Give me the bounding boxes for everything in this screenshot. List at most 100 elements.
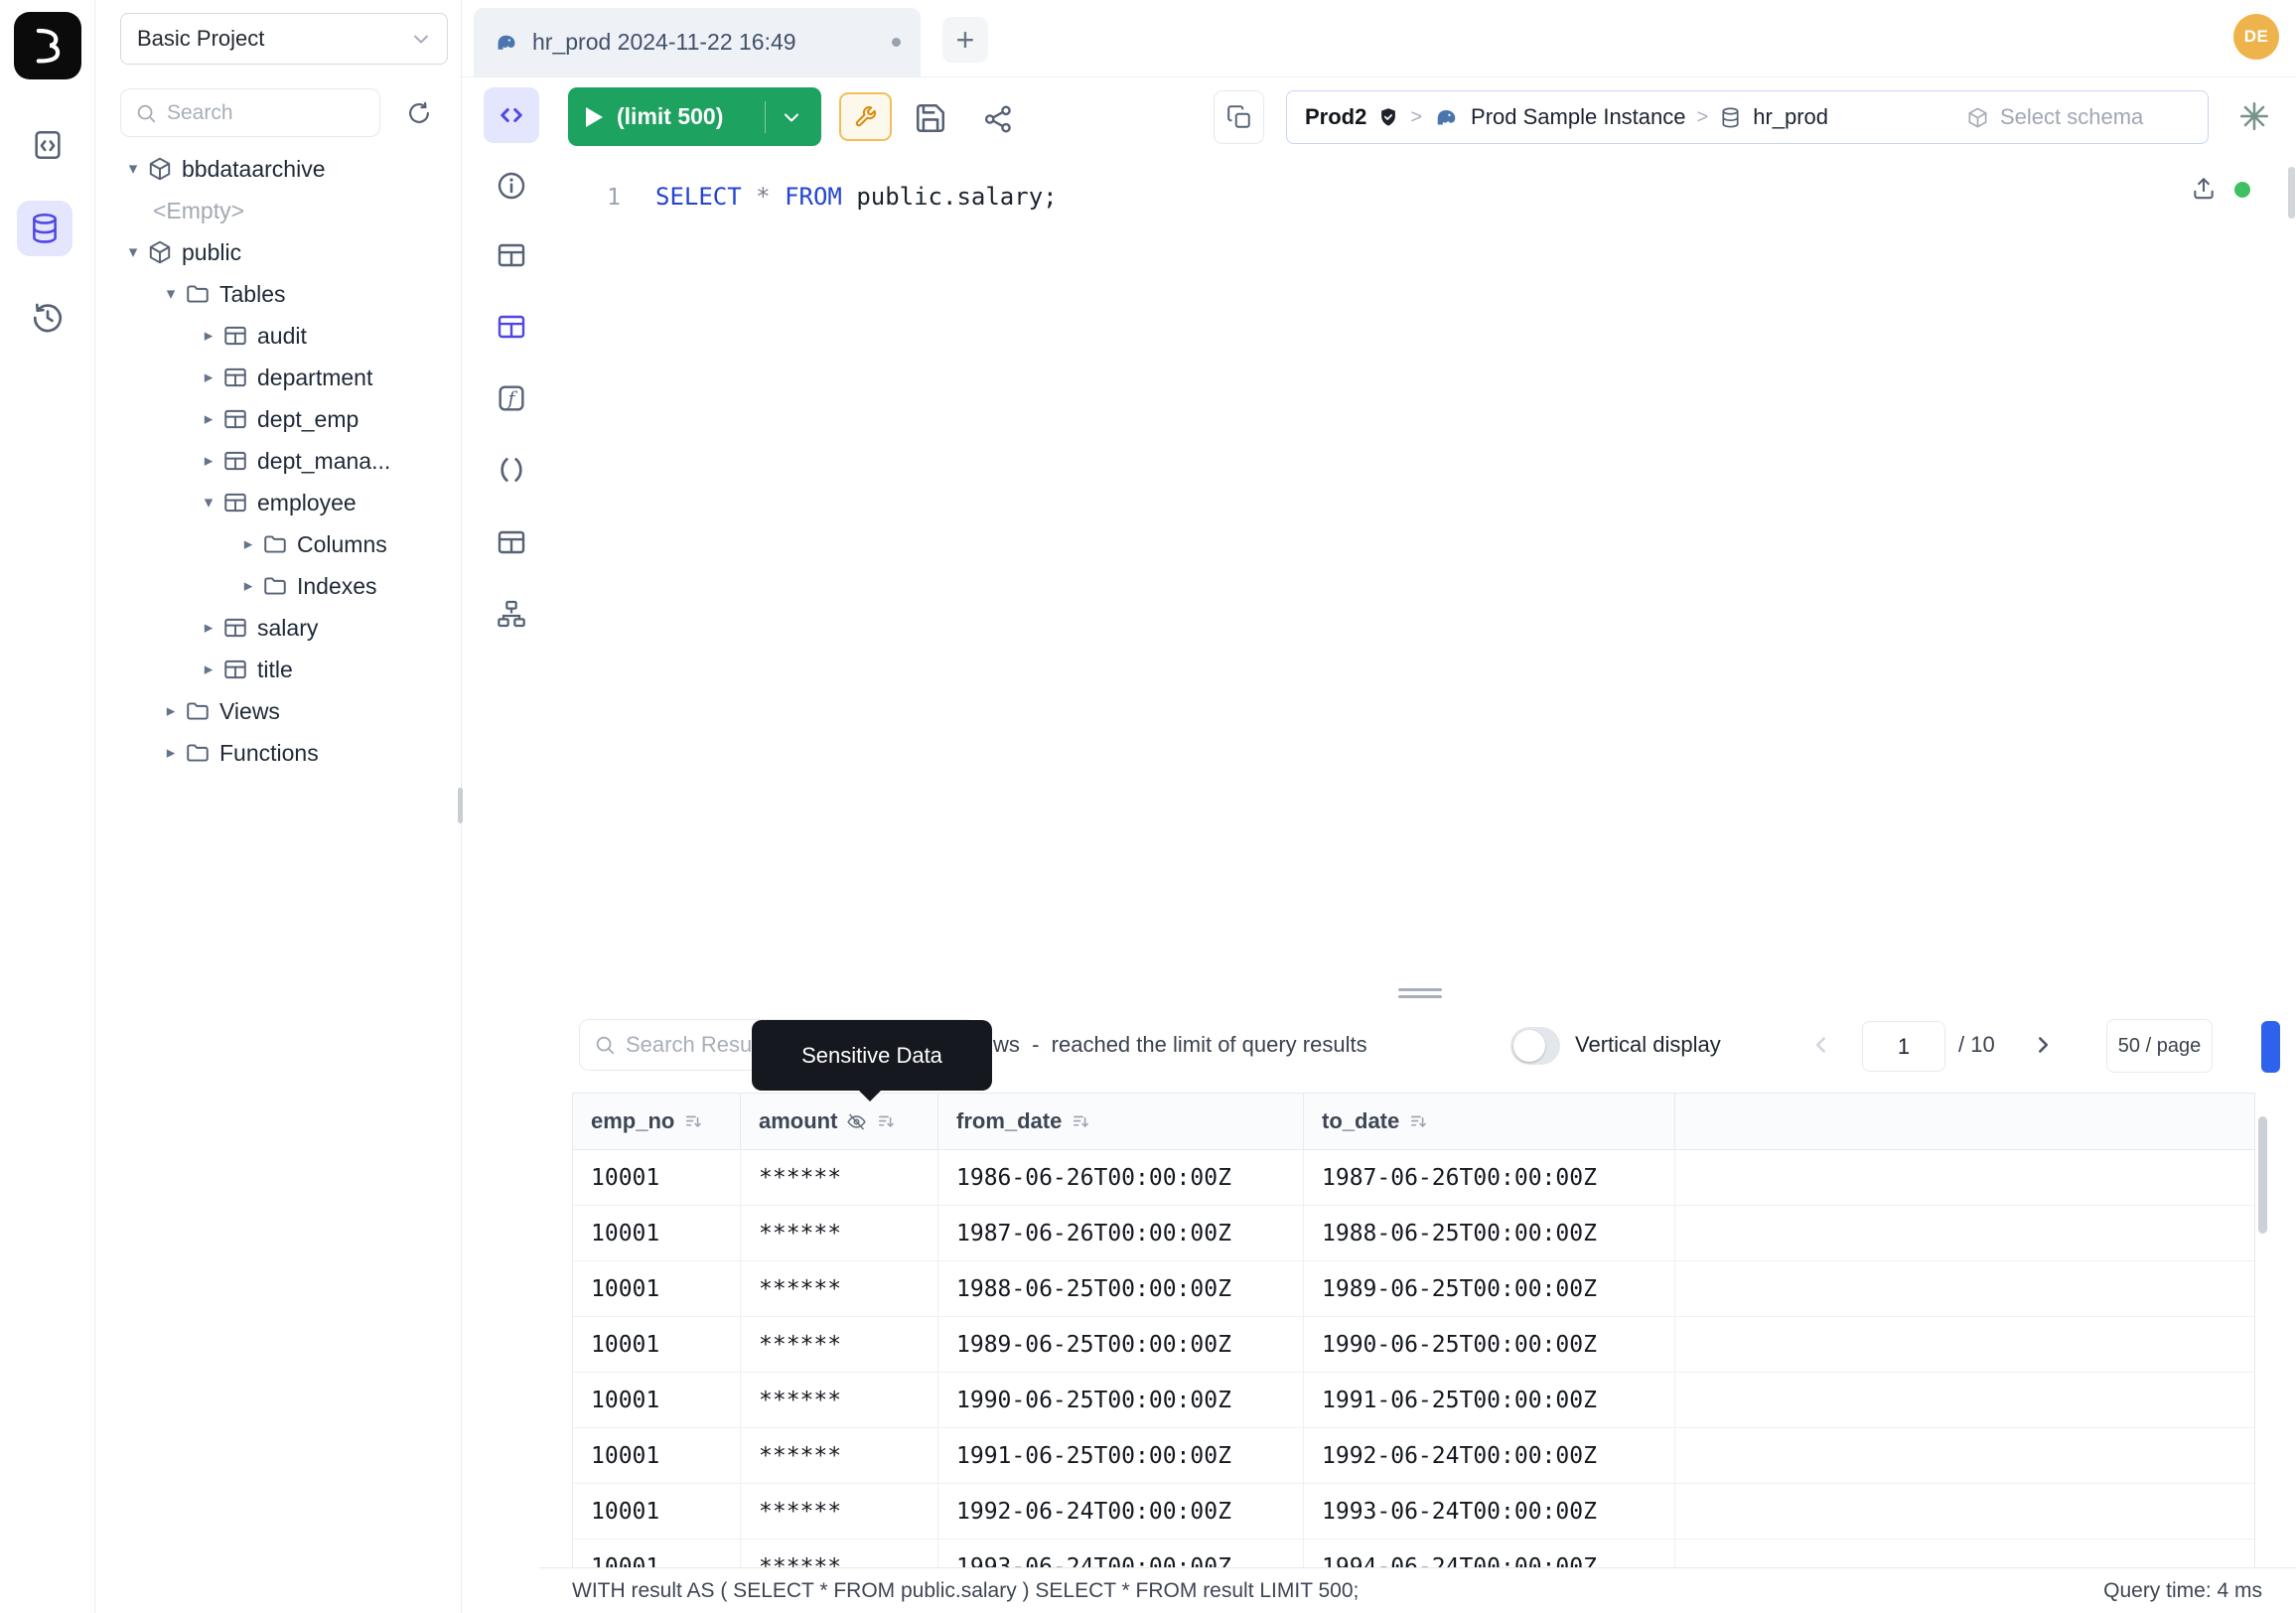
rail-item-sql-editor[interactable]: [20, 117, 75, 173]
avatar[interactable]: DE: [2233, 14, 2279, 60]
caret-right-icon[interactable]: ▸: [197, 660, 220, 679]
sidebar-resize-handle[interactable]: [458, 788, 463, 823]
caret-right-icon[interactable]: ▸: [197, 367, 220, 387]
cell-emp_no: 10001: [573, 1150, 741, 1205]
bytebase-logo[interactable]: [14, 12, 81, 79]
caret-right-icon[interactable]: ▸: [236, 534, 260, 554]
table-row[interactable]: 10001 ****** 1992-06-24T00:00:00Z 1993-0…: [573, 1484, 2254, 1540]
caret-right-icon[interactable]: ▸: [236, 576, 260, 596]
tree-item-salary[interactable]: ▸ salary: [95, 607, 462, 649]
tree-item-label: department: [257, 365, 372, 391]
chevron-down-icon[interactable]: [780, 105, 803, 129]
tree-item-title[interactable]: ▸ title: [95, 649, 462, 690]
tree-item-functions[interactable]: ▸ Functions: [95, 732, 462, 774]
panel-splitter-handle[interactable]: [1398, 988, 1442, 991]
vertical-display-toggle[interactable]: [1510, 1027, 1560, 1065]
caret-down-icon[interactable]: ▾: [121, 242, 145, 262]
editor-scrollbar[interactable]: [2288, 167, 2295, 219]
export-sheet-button[interactable]: [2188, 173, 2220, 205]
caret-right-icon[interactable]: ▸: [197, 326, 220, 346]
tree-item-indexes[interactable]: ▸ Indexes: [95, 565, 462, 607]
column-header-amount[interactable]: amount: [741, 1094, 938, 1149]
table-panel-icon[interactable]: [496, 239, 527, 271]
table-row[interactable]: 10001 ****** 1990-06-25T00:00:00Z 1991-0…: [573, 1373, 2254, 1428]
tree-item-department[interactable]: ▸ department: [95, 357, 462, 398]
environment-label: Prod2: [1305, 104, 1366, 130]
page-size-select[interactable]: 50 / page: [2106, 1019, 2213, 1073]
tree-item-dept_emp[interactable]: ▸ dept_emp: [95, 398, 462, 440]
ai-assistant-button[interactable]: [2232, 94, 2276, 138]
select-schema-button[interactable]: Select schema: [1948, 90, 2209, 144]
prev-page-button[interactable]: [1801, 1025, 1841, 1065]
eye-off-icon[interactable]: [846, 1111, 867, 1132]
sort-icon[interactable]: [1071, 1111, 1090, 1131]
caret-right-icon[interactable]: ▸: [197, 618, 220, 638]
colored-table-icon[interactable]: [496, 311, 527, 343]
results-scrollbar-thumb[interactable]: [2258, 1116, 2267, 1234]
tree-item-columns[interactable]: ▸ Columns: [95, 523, 462, 565]
cell-filler: [1675, 1150, 2254, 1205]
refresh-button[interactable]: [396, 91, 442, 135]
rail-item-databases[interactable]: [17, 201, 72, 256]
sidebar-search-input[interactable]: [167, 101, 336, 125]
results-limit-info: ws - reached the limit of query results: [993, 1019, 1367, 1071]
caret-down-icon[interactable]: ▾: [159, 284, 183, 304]
export-button-partial[interactable]: [2261, 1021, 2280, 1073]
tree-item-bbdataarchive[interactable]: ▾ bbdataarchive: [95, 148, 462, 190]
schema-diagram-icon[interactable]: [496, 598, 527, 630]
table-row[interactable]: 10001 ****** 1986-06-26T00:00:00Z 1987-0…: [573, 1150, 2254, 1206]
postgres-icon: [1433, 104, 1460, 131]
tree-item-employee[interactable]: ▾ employee: [95, 482, 462, 523]
project-select[interactable]: Basic Project: [120, 13, 448, 65]
sort-icon[interactable]: [876, 1111, 896, 1131]
caret-right-icon[interactable]: ▸: [159, 701, 183, 721]
share-button[interactable]: [979, 100, 1017, 138]
new-tab-button[interactable]: +: [942, 17, 988, 63]
editor-panel-toggle-button[interactable]: [484, 87, 539, 143]
page-number-input[interactable]: 1: [1862, 1021, 1945, 1072]
panel-splitter-handle[interactable]: [1398, 995, 1442, 998]
tree-item-tables[interactable]: ▾ Tables: [95, 273, 462, 315]
share-icon: [982, 103, 1014, 135]
column-header-filler: [1675, 1094, 2254, 1149]
table-row[interactable]: 10001 ****** 1993-06-24T00:00:00Z 1994-0…: [573, 1540, 2254, 1567]
caret-down-icon[interactable]: ▾: [121, 159, 145, 179]
table-icon: [222, 615, 248, 641]
tree-item-audit[interactable]: ▸ audit: [95, 315, 462, 357]
info-icon[interactable]: [496, 170, 527, 202]
tab-hr_prod[interactable]: hr_prod 2024-11-22 16:49: [474, 8, 921, 76]
column-header-from_date[interactable]: from_date: [938, 1094, 1304, 1149]
copy-connection-button[interactable]: [1214, 90, 1264, 144]
run-query-button[interactable]: (limit 500): [568, 87, 821, 146]
connection-breadcrumb[interactable]: Prod2 > Prod Sample Instance > hr_prod: [1286, 90, 1949, 144]
save-button[interactable]: [911, 98, 950, 138]
format-sql-button[interactable]: [839, 92, 892, 141]
table-panel-icon[interactable]: [496, 526, 527, 558]
table-row[interactable]: 10001 ****** 1989-06-25T00:00:00Z 1990-0…: [573, 1317, 2254, 1373]
folder-icon: [185, 281, 211, 307]
column-header-emp_no[interactable]: emp_no: [573, 1094, 741, 1149]
table-row[interactable]: 10001 ****** 1987-06-26T00:00:00Z 1988-0…: [573, 1206, 2254, 1261]
cell-filler: [1675, 1484, 2254, 1539]
tree-item-label: Tables: [219, 281, 285, 308]
caret-down-icon[interactable]: ▾: [197, 493, 220, 513]
table-row[interactable]: 10001 ****** 1988-06-25T00:00:00Z 1989-0…: [573, 1261, 2254, 1317]
sort-icon[interactable]: [683, 1111, 703, 1131]
function-icon[interactable]: [496, 382, 527, 414]
tree-item-views[interactable]: ▸ Views: [95, 690, 462, 732]
parens-icon[interactable]: [496, 454, 527, 486]
column-header-to_date[interactable]: to_date: [1304, 1094, 1675, 1149]
sql-code-line[interactable]: SELECT * FROM public.salary;: [655, 183, 1058, 211]
caret-right-icon[interactable]: ▸: [197, 451, 220, 471]
sidebar-search[interactable]: [120, 88, 380, 137]
sort-icon[interactable]: [1408, 1111, 1428, 1131]
chevron-left-icon: [1808, 1032, 1834, 1058]
caret-right-icon[interactable]: ▸: [159, 743, 183, 763]
table-row[interactable]: 10001 ****** 1991-06-25T00:00:00Z 1992-0…: [573, 1428, 2254, 1484]
caret-right-icon[interactable]: ▸: [197, 409, 220, 429]
next-page-button[interactable]: [2023, 1025, 2063, 1065]
tree-item-dept_manager[interactable]: ▸ dept_mana...: [95, 440, 462, 482]
run-button-divider: [765, 101, 766, 133]
tree-item-public[interactable]: ▾ public: [95, 231, 462, 273]
rail-item-history[interactable]: [20, 290, 75, 346]
